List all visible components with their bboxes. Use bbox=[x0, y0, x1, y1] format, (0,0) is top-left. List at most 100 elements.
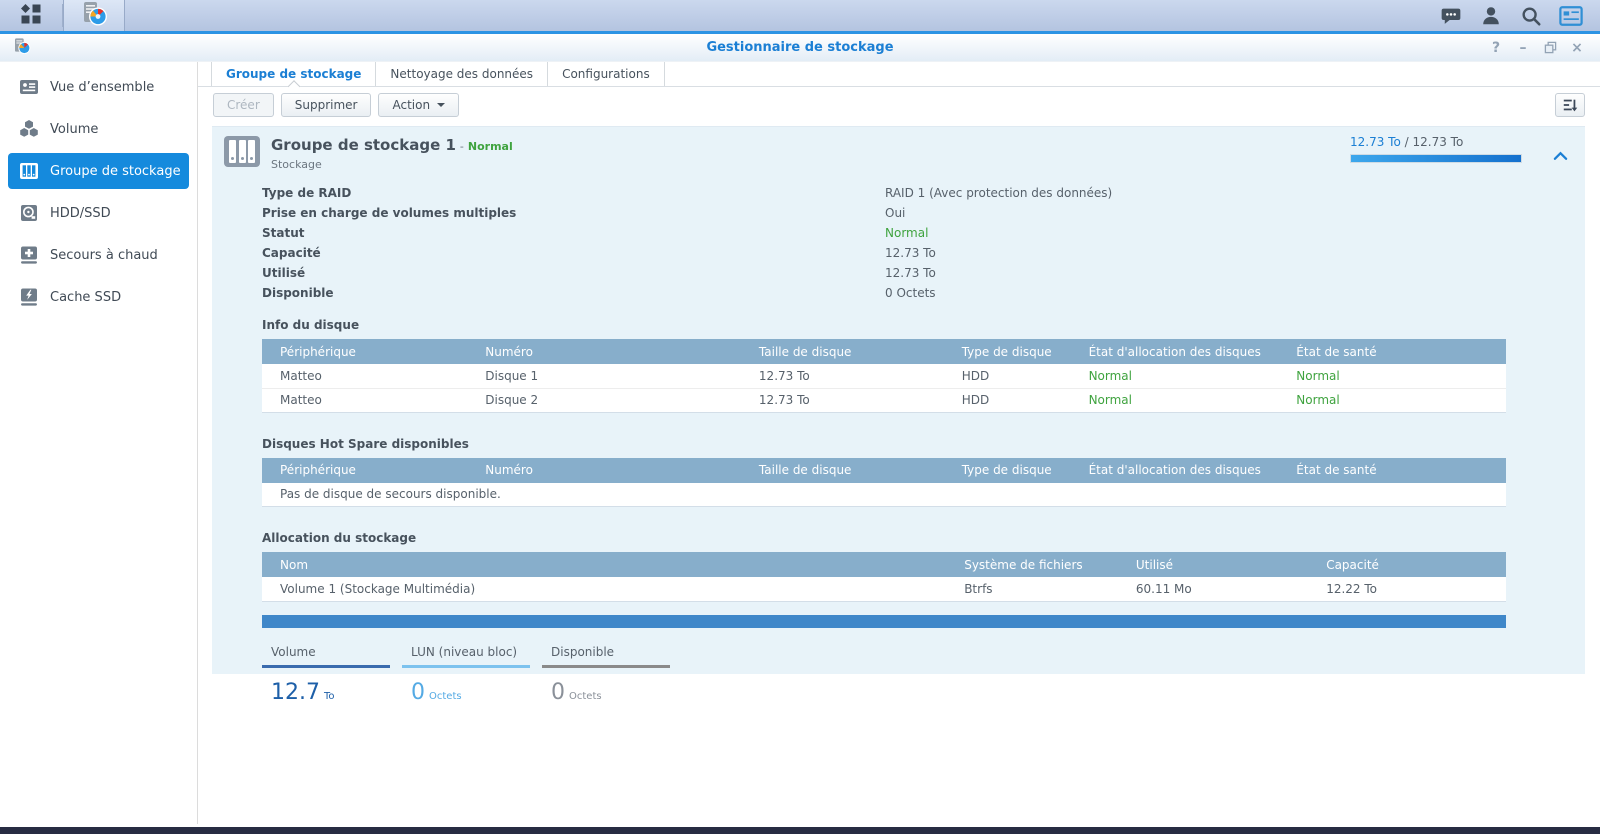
sort-icon bbox=[1562, 97, 1578, 113]
stat-underline bbox=[402, 665, 530, 668]
detail-label: Capacité bbox=[262, 246, 885, 260]
sidebar: Vue d’ensemble Volume bbox=[0, 62, 198, 824]
stat-label: LUN (niveau bloc) bbox=[402, 640, 530, 665]
hot-spare-icon bbox=[18, 244, 40, 266]
sidebar-item-label: HDD/SSD bbox=[50, 206, 111, 221]
stat-volume: Volume 12.7To bbox=[262, 640, 390, 705]
action-button-label: Action bbox=[392, 98, 430, 112]
delete-button[interactable]: Supprimer bbox=[281, 93, 372, 117]
overview-icon bbox=[18, 76, 40, 98]
window-title: Gestionnaire de stockage bbox=[0, 40, 1600, 55]
detail-value: 12.73 To bbox=[885, 266, 936, 280]
stat-label: Disponible bbox=[542, 640, 670, 665]
usage-progress-bar bbox=[1350, 154, 1522, 163]
stat-lun: LUN (niveau bloc) 0 Octets bbox=[402, 640, 530, 705]
detail-label: Prise en charge de volumes multiples bbox=[262, 206, 885, 220]
collapse-panel-button[interactable] bbox=[1553, 146, 1568, 165]
stat-underline bbox=[542, 665, 670, 668]
usage-total: 12.73 To bbox=[1412, 135, 1463, 149]
desktop-taskbar bbox=[0, 0, 1600, 34]
table-row[interactable]: MatteoDisque 112.73 ToHDDNormalNormal bbox=[262, 364, 1506, 388]
detail-label: Type de RAID bbox=[262, 186, 885, 200]
hot-spare-table: PériphériqueNuméroTaille de disqueType d… bbox=[262, 458, 1506, 508]
table-row[interactable]: Volume 1 (Stockage Multimédia)Btrfs60.11… bbox=[262, 577, 1506, 601]
allocation-stats: Volume 12.7To LUN (niveau bloc) 0Octets … bbox=[262, 640, 1585, 705]
hdd-icon bbox=[18, 202, 40, 224]
sort-button[interactable] bbox=[1555, 93, 1585, 117]
detail-value: 0 Octets bbox=[885, 286, 936, 300]
stat-underline bbox=[262, 665, 390, 668]
sidebar-item-label: Groupe de stockage bbox=[50, 164, 181, 179]
detail-label: Statut bbox=[262, 226, 885, 240]
sidebar-item-volume[interactable]: Volume bbox=[8, 111, 189, 147]
allocation-title: Allocation du stockage bbox=[262, 531, 1585, 545]
table-empty-row: Pas de disque de secours disponible. bbox=[262, 483, 1506, 507]
detail-label: Utilisé bbox=[262, 266, 885, 280]
pool-name: Groupe de stockage 1 bbox=[271, 136, 456, 154]
stat-available: Disponible 0 Octets bbox=[542, 640, 670, 705]
allocation-table: NomSystème de fichiersUtiliséCapacité Vo… bbox=[262, 552, 1506, 602]
minimize-button[interactable]: – bbox=[1514, 39, 1532, 57]
storage-manager-icon bbox=[81, 0, 108, 31]
storage-manager-task-button[interactable] bbox=[63, 0, 125, 31]
detail-value: RAID 1 (Avec protection des données) bbox=[885, 186, 1112, 200]
storage-pool-panel-icon bbox=[224, 136, 260, 167]
sidebar-item-storage-pool[interactable]: Groupe de stockage bbox=[8, 153, 189, 189]
create-button[interactable]: Créer bbox=[213, 93, 274, 117]
sidebar-item-overview[interactable]: Vue d’ensemble bbox=[8, 69, 189, 105]
sidebar-item-label: Volume bbox=[50, 122, 98, 137]
pool-usage: 12.73 To / 12.73 To bbox=[1350, 135, 1522, 163]
user-icon[interactable] bbox=[1476, 1, 1506, 31]
action-button[interactable]: Action bbox=[378, 93, 459, 117]
usage-used: 12.73 To bbox=[1350, 135, 1401, 149]
stat-unit: Octets bbox=[569, 691, 602, 702]
notifications-icon[interactable] bbox=[1436, 1, 1466, 31]
ssd-cache-icon bbox=[18, 286, 40, 308]
detail-value: Oui bbox=[885, 206, 905, 220]
chevron-up-icon bbox=[1553, 151, 1568, 161]
sidebar-item-ssd-cache[interactable]: Cache SSD bbox=[8, 279, 189, 315]
allocation-usage-bar bbox=[262, 615, 1506, 628]
hot-spare-title: Disques Hot Spare disponibles bbox=[262, 437, 1585, 451]
tab-storage-pool[interactable]: Groupe de stockage bbox=[211, 62, 376, 86]
desktop-bottom-edge bbox=[0, 827, 1600, 834]
taskbar-tray bbox=[1436, 0, 1600, 31]
sidebar-item-label: Vue d’ensemble bbox=[50, 80, 154, 95]
sidebar-item-label: Cache SSD bbox=[50, 290, 121, 305]
stat-value: 0 bbox=[551, 680, 565, 705]
caret-down-icon bbox=[437, 103, 445, 107]
sidebar-item-hot-spare[interactable]: Secours à chaud bbox=[8, 237, 189, 273]
search-icon[interactable] bbox=[1516, 1, 1546, 31]
tab-data-scrubbing[interactable]: Nettoyage des données bbox=[376, 62, 548, 86]
stat-label: Volume bbox=[262, 640, 390, 665]
close-button[interactable]: × bbox=[1568, 39, 1586, 57]
sidebar-item-hdd-ssd[interactable]: HDD/SSD bbox=[8, 195, 189, 231]
window-titlebar: Gestionnaire de stockage ? – × bbox=[0, 34, 1600, 62]
stat-value: 12.7 bbox=[271, 680, 320, 705]
stat-unit: Octets bbox=[429, 691, 462, 702]
storage-pool-icon bbox=[18, 160, 40, 182]
table-row[interactable]: MatteoDisque 212.73 ToHDDNormalNormal bbox=[262, 388, 1506, 412]
disk-info-title: Info du disque bbox=[262, 318, 1585, 332]
pool-subtitle: Stockage bbox=[271, 158, 513, 171]
storage-pool-panel: Groupe de stockage 1 - Normal Stockage 1… bbox=[212, 126, 1585, 674]
volume-icon bbox=[18, 118, 40, 140]
detail-value: 12.73 To bbox=[885, 246, 936, 260]
pilot-view-icon[interactable] bbox=[1556, 1, 1586, 31]
pool-status-badge: Normal bbox=[468, 140, 513, 153]
table-header-row: PériphériqueNuméroTaille de disqueType d… bbox=[262, 339, 1506, 364]
tab-configurations[interactable]: Configurations bbox=[548, 62, 665, 86]
pool-status-separator: - bbox=[460, 140, 464, 153]
pool-details: Type de RAIDRAID 1 (Avec protection des … bbox=[262, 183, 1585, 303]
help-button[interactable]: ? bbox=[1487, 39, 1505, 57]
restore-button[interactable] bbox=[1541, 39, 1559, 57]
stat-value: 0 bbox=[411, 680, 425, 705]
toolbar: Créer Supprimer Action bbox=[198, 87, 1600, 123]
main-menu-icon bbox=[21, 4, 41, 28]
window-controls: ? – × bbox=[1487, 39, 1600, 57]
main-menu-button[interactable] bbox=[0, 0, 62, 31]
disk-info-table: PériphériqueNuméroTaille de disqueType d… bbox=[262, 339, 1506, 413]
table-header-row: PériphériqueNuméroTaille de disqueType d… bbox=[262, 458, 1506, 483]
detail-label: Disponible bbox=[262, 286, 885, 300]
detail-value: Normal bbox=[885, 226, 928, 240]
